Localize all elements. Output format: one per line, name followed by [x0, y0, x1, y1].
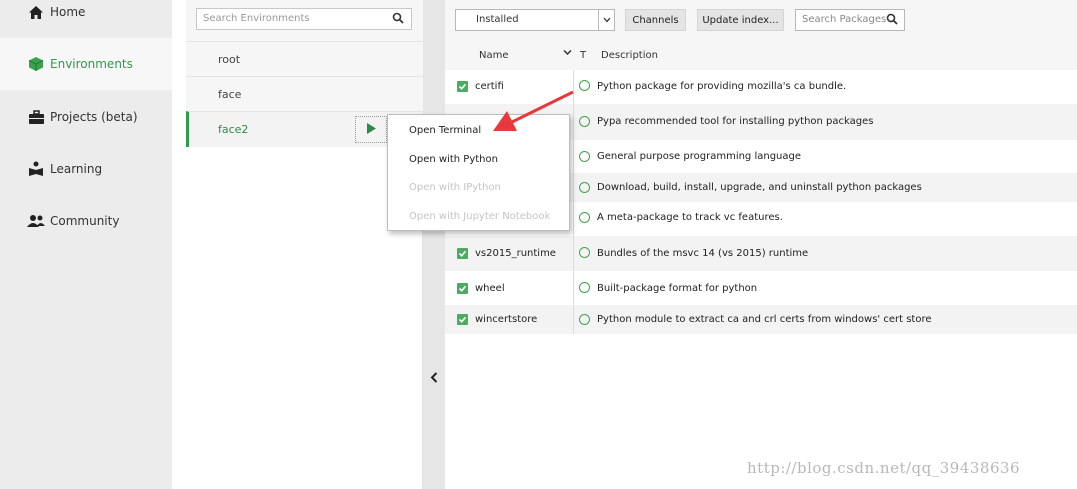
checkbox-checked-icon[interactable]	[457, 81, 468, 92]
environment-item-face[interactable]: face	[186, 76, 423, 112]
column-header-name[interactable]: Name	[479, 50, 509, 61]
home-icon	[26, 3, 46, 21]
search-icon[interactable]	[886, 13, 898, 28]
package-name: wheel	[475, 283, 505, 294]
chevron-down-icon[interactable]	[598, 10, 614, 30]
menu-item-open-with-ipython: Open with IPython	[409, 182, 501, 193]
column-header-description[interactable]: Description	[601, 50, 658, 61]
column-header-type[interactable]: T	[580, 50, 586, 61]
package-description: Download, build, install, upgrade, and u…	[597, 182, 922, 193]
package-description: Python module to extract ca and crl cert…	[597, 314, 932, 325]
package-row[interactable]: wheel Built-package format for python	[445, 271, 1077, 305]
nav-item-label: Projects (beta)	[50, 110, 138, 124]
update-index-label: Update index...	[702, 14, 779, 26]
status-circle-icon	[579, 212, 590, 223]
package-description: Bundles of the msvc 14 (vs 2015) runtime	[597, 248, 809, 259]
status-circle-icon	[579, 116, 590, 127]
column-divider	[573, 173, 574, 202]
left-navigation: Home Environments Projects (beta) Learni…	[0, 0, 172, 489]
search-packages-input[interactable]: Search Packages	[795, 9, 905, 31]
column-divider	[573, 140, 574, 173]
environment-search-bar: Search Environments	[186, 0, 423, 41]
packages-panel: Installed Channels Update index... Searc…	[445, 0, 1077, 489]
package-row[interactable]: wincertstore Python module to extract ca…	[445, 305, 1077, 334]
column-divider	[573, 202, 574, 236]
search-environments-input[interactable]: Search Environments	[196, 8, 412, 30]
environments-panel: Search Environments root face face2	[186, 0, 423, 489]
status-circle-icon	[579, 80, 590, 91]
nav-item-home[interactable]: Home	[0, 0, 172, 38]
package-row[interactable]: certifi Python package for providing moz…	[445, 70, 1077, 104]
update-index-button[interactable]: Update index...	[697, 9, 784, 31]
package-description: Pypa recommended tool for installing pyt…	[597, 116, 874, 127]
menu-item-open-with-jupyter-notebook: Open with Jupyter Notebook	[409, 211, 551, 222]
environment-name: face2	[218, 123, 249, 136]
nav-item-community[interactable]: Community	[0, 195, 172, 247]
chevron-left-icon	[430, 371, 438, 387]
nav-item-environments[interactable]: Environments	[0, 38, 172, 90]
package-filter-select[interactable]: Installed	[455, 9, 615, 31]
nav-item-projects[interactable]: Projects (beta)	[0, 91, 172, 143]
search-packages-placeholder: Search Packages	[802, 14, 887, 25]
book-reader-icon	[26, 160, 46, 178]
nav-item-label: Home	[50, 5, 86, 19]
package-name: certifi	[475, 81, 504, 92]
environment-context-menu: Open Terminal Open with Python Open with…	[387, 114, 570, 231]
checkbox-checked-icon[interactable]	[457, 314, 468, 325]
package-description: Built-package format for python	[597, 283, 758, 294]
nav-item-label: Community	[50, 214, 120, 228]
nav-item-label: Learning	[50, 162, 103, 176]
environment-run-button[interactable]	[355, 116, 387, 143]
nav-item-label: Environments	[50, 57, 133, 71]
column-divider	[573, 236, 574, 271]
watermark: http://blog.csdn.net/qq_39438636	[747, 459, 1021, 477]
channels-button[interactable]: Channels	[625, 9, 686, 31]
packages-table-header: Name T Description	[445, 41, 1077, 70]
status-circle-icon	[579, 182, 590, 193]
checkbox-checked-icon[interactable]	[457, 283, 468, 294]
environment-item-root[interactable]: root	[186, 41, 423, 77]
cube-icon	[26, 55, 46, 73]
status-circle-icon	[579, 247, 590, 258]
package-description: A meta-package to track vc features.	[597, 212, 783, 223]
search-icon[interactable]	[392, 12, 404, 27]
menu-item-open-with-python[interactable]: Open with Python	[409, 154, 498, 165]
collapse-panel-button[interactable]	[423, 370, 445, 388]
menu-item-open-terminal[interactable]: Open Terminal	[409, 125, 481, 136]
column-divider	[573, 305, 574, 334]
package-description: Python package for providing mozilla's c…	[597, 81, 847, 92]
package-row[interactable]: vs2015_runtime Bundles of the msvc 14 (v…	[445, 236, 1077, 271]
status-circle-icon	[579, 151, 590, 162]
nav-item-learning[interactable]: Learning	[0, 143, 172, 195]
column-divider	[573, 271, 574, 305]
status-circle-icon	[579, 314, 590, 325]
status-circle-icon	[579, 282, 590, 293]
briefcase-icon	[26, 108, 46, 126]
panel-gap	[172, 0, 186, 489]
play-icon	[366, 122, 376, 137]
environment-name: face	[218, 88, 242, 101]
package-description: General purpose programming language	[597, 151, 802, 162]
column-divider	[573, 104, 574, 140]
packages-toolbar: Installed Channels Update index... Searc…	[445, 0, 1077, 41]
people-icon	[26, 212, 46, 230]
search-environments-placeholder: Search Environments	[203, 13, 310, 24]
environment-name: root	[218, 53, 241, 66]
sort-chevron-down-icon[interactable]	[563, 49, 572, 59]
package-name: vs2015_runtime	[475, 248, 556, 259]
package-filter-value: Installed	[476, 14, 519, 25]
column-divider	[573, 70, 574, 104]
package-name: wincertstore	[475, 314, 538, 325]
panel-collapse-strip	[423, 0, 445, 489]
channels-button-label: Channels	[632, 14, 679, 26]
checkbox-checked-icon[interactable]	[457, 248, 468, 259]
